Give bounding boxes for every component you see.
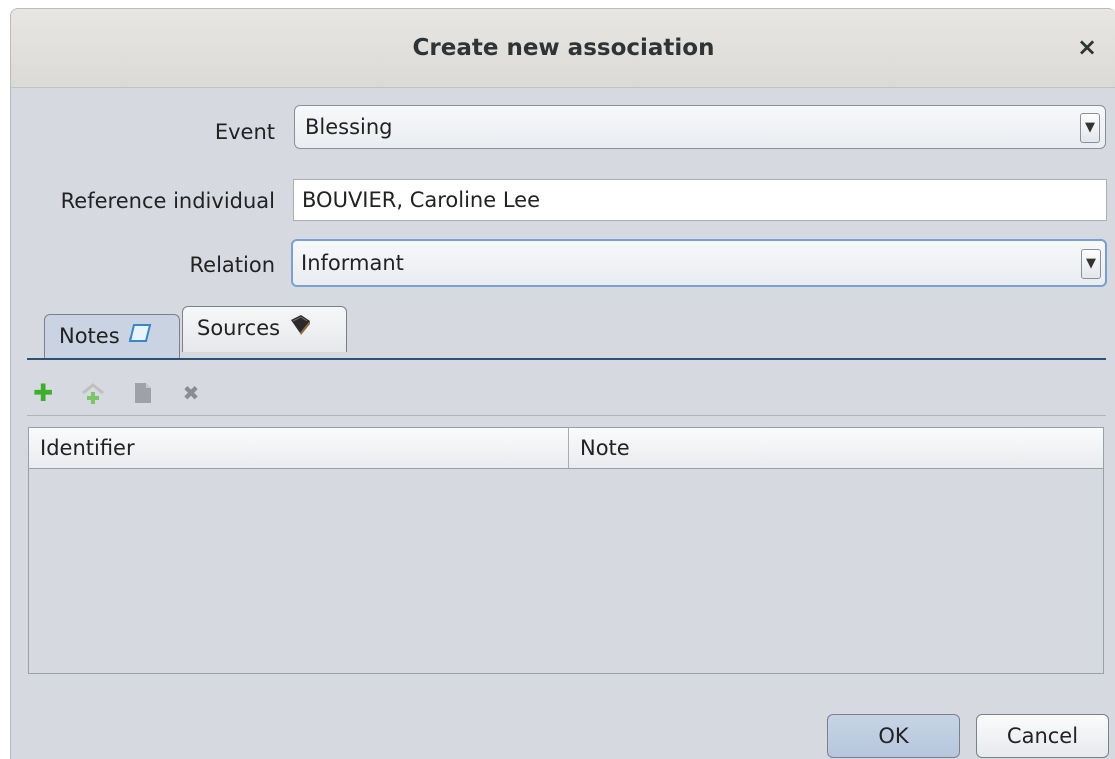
- close-icon[interactable]: ×: [1074, 34, 1100, 60]
- relation-value: Informant: [301, 251, 404, 275]
- ok-button[interactable]: OK: [827, 714, 960, 758]
- reference-individual-value: BOUVIER, Caroline Lee: [302, 188, 541, 212]
- tab-notes-label: Notes: [59, 324, 120, 348]
- column-header-note[interactable]: Note: [569, 428, 1103, 468]
- event-value: Blessing: [305, 115, 393, 139]
- add-icon[interactable]: ✚: [31, 381, 55, 405]
- reference-individual-field[interactable]: BOUVIER, Caroline Lee: [293, 179, 1107, 221]
- note-scroll-icon: [128, 316, 152, 358]
- edit-note-icon[interactable]: [131, 381, 155, 405]
- cancel-button[interactable]: Cancel: [976, 714, 1109, 758]
- tab-underline: [27, 358, 1106, 360]
- event-dropdown[interactable]: Blessing ▼: [294, 105, 1106, 149]
- dialog-title: Create new association: [412, 35, 715, 61]
- relation-dropdown[interactable]: Informant ▼: [291, 239, 1107, 287]
- delete-icon[interactable]: ✖: [179, 381, 203, 405]
- create-association-dialog: Create new association × Event Blessing …: [10, 8, 1115, 759]
- chevron-down-icon[interactable]: ▼: [1080, 113, 1100, 143]
- event-label: Event: [214, 120, 275, 144]
- source-book-icon: [287, 308, 313, 350]
- column-header-identifier[interactable]: Identifier: [29, 428, 569, 468]
- reference-individual-label: Reference individual: [60, 189, 275, 213]
- tab-sources-label: Sources: [197, 316, 281, 340]
- tab-notes[interactable]: Notes: [44, 314, 180, 358]
- title-bar: Create new association ×: [11, 9, 1115, 88]
- tab-sources[interactable]: Sources: [182, 306, 347, 352]
- table-header: Identifier Note: [29, 428, 1103, 469]
- chevron-down-icon[interactable]: ▼: [1081, 249, 1101, 279]
- relation-label: Relation: [189, 253, 276, 277]
- link-note-icon[interactable]: [81, 381, 105, 405]
- toolbar-separator: [27, 415, 1106, 416]
- notes-table[interactable]: Identifier Note: [28, 427, 1104, 674]
